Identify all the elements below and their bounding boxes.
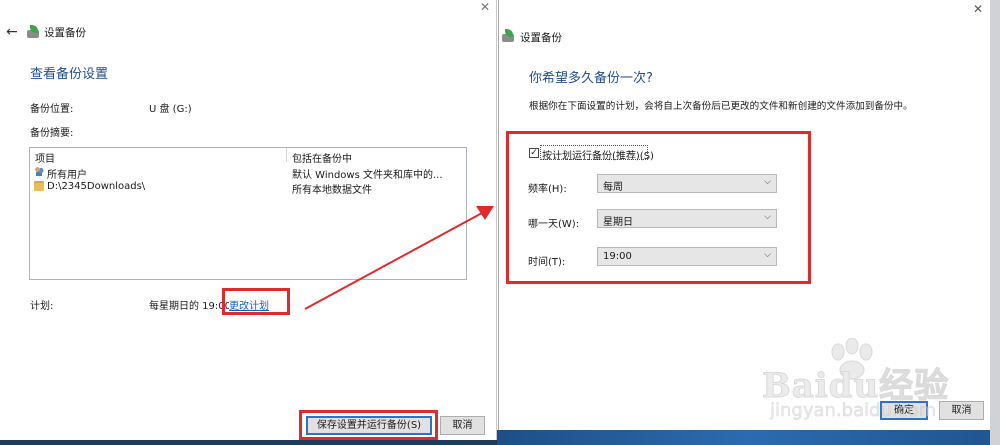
schedule-label: 计划: — [30, 301, 54, 312]
list-item-name: 所有用户 — [47, 170, 87, 181]
baidu-watermark: Baidu经验 jingyan.baidu.com — [761, 338, 992, 427]
backup-settings-window: ✕ ← 设置备份 查看备份设置 备份位置: U 盘 (G:) 备份摘要: 项目 … — [0, 0, 497, 440]
column-header-item[interactable]: 项目 — [35, 150, 55, 165]
day-value: 星期日 — [603, 217, 633, 228]
backup-location-value: U 盘 (G:) — [149, 104, 192, 115]
time-label: 时间(T): — [528, 257, 566, 268]
chevron-down-icon: ⌵ — [764, 250, 771, 260]
list-item[interactable]: D:\2345Downloads\ 所有本地数据文件 — [30, 180, 466, 196]
folder-icon — [34, 181, 44, 191]
chevron-down-icon: ⌵ — [764, 177, 771, 187]
day-label: 哪一天(W): — [528, 219, 580, 230]
annotation-highlight-save — [299, 410, 438, 440]
day-select[interactable]: 星期日 ⌵ — [597, 209, 777, 228]
list-item-name: D:\2345Downloads\ — [47, 181, 146, 192]
annotation-highlight-schedule — [222, 288, 290, 315]
frequency-value: 每周 — [603, 182, 623, 193]
backup-summary-label: 备份摘要: — [30, 128, 74, 139]
description-text: 根据你在下面设置的计划，会将自上次备份后已更改的文件和新创建的文件添加到备份中。 — [529, 101, 913, 112]
column-header-included[interactable]: 包括在备份中 — [292, 150, 352, 165]
close-icon[interactable]: ✕ — [971, 2, 985, 16]
baidu-url: jingyan.baidu.com — [770, 400, 937, 422]
users-icon — [34, 166, 44, 176]
window-title: 设置备份 — [520, 32, 562, 44]
backup-app-icon — [501, 29, 515, 43]
run-on-schedule-label[interactable]: 按计划运行备份(推荐)(S) — [542, 147, 654, 162]
cancel-button[interactable]: 取消 — [440, 416, 485, 435]
taskbar — [497, 430, 1000, 445]
frequency-select[interactable]: 每周 ⌵ — [597, 174, 777, 193]
list-item-included: 默认 Windows 文件夹和库中的... — [292, 170, 443, 181]
close-icon[interactable]: ✕ — [478, 0, 492, 14]
backup-summary-list[interactable]: 项目 包括在备份中 所有用户 默认 Windows 文件夹和库中的... D:\… — [29, 147, 467, 280]
window-title: 设置备份 — [44, 27, 86, 39]
list-item[interactable]: 所有用户 默认 Windows 文件夹和库中的... — [30, 165, 466, 181]
backup-location-label: 备份位置: — [30, 104, 74, 115]
chevron-down-icon: ⌵ — [764, 212, 771, 222]
run-on-schedule-checkbox[interactable]: ✓ — [529, 148, 539, 158]
backup-app-icon — [26, 25, 40, 39]
page-heading: 查看备份设置 — [30, 67, 109, 82]
frequency-label: 频率(H): — [528, 184, 567, 195]
time-select[interactable]: 19:00 ⌵ — [597, 247, 777, 266]
schedule-value: 每星期日的 19:00 — [149, 301, 229, 312]
back-arrow-icon[interactable]: ← — [6, 24, 18, 40]
time-value: 19:00 — [603, 251, 632, 262]
page-heading: 你希望多久备份一次? — [529, 71, 653, 86]
list-header: 项目 包括在备份中 — [30, 148, 466, 165]
list-item-included: 所有本地数据文件 — [292, 185, 372, 196]
